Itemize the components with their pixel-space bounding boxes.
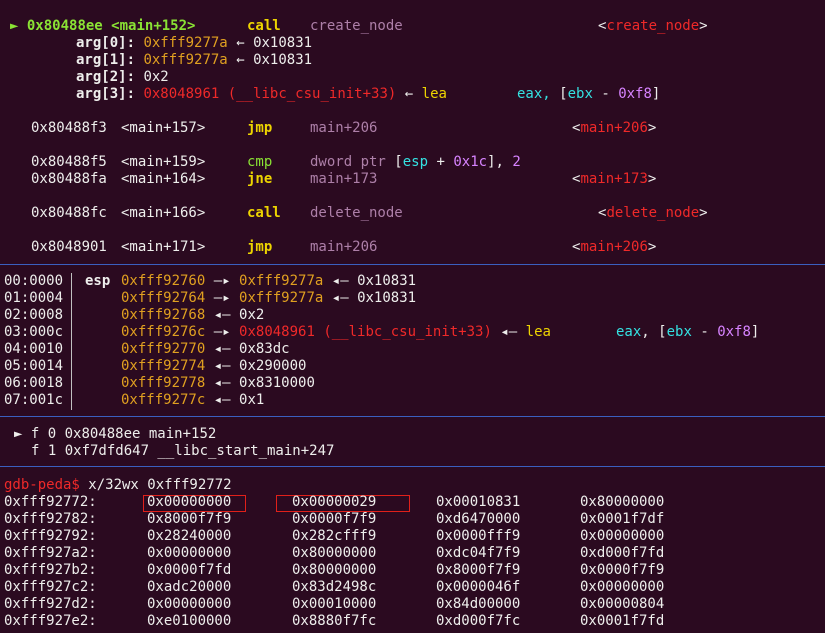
arg-0: arg[0]: 0xfff9277a ← 0x10831 <box>76 35 313 51</box>
dump-word: 0x00000804 <box>580 596 665 612</box>
instr-operand: create_node <box>310 18 403 34</box>
dump-word: 0x00010831 <box>436 494 521 510</box>
dump-word: 0x0000fff9 <box>436 528 521 544</box>
gdb-terminal: ► 0x80488ee <main+152> call create_node … <box>0 0 825 633</box>
dump-word: 0x0000046f <box>436 579 521 595</box>
dump-word: 0x00000000 <box>147 494 232 510</box>
dump-address: 0xfff92782: <box>4 511 97 527</box>
section-separator <box>0 466 825 467</box>
dump-word: 0x83d2498c <box>292 579 377 595</box>
dump-address: 0xfff92792: <box>4 528 97 544</box>
dump-address: 0xfff927c2: <box>4 579 97 595</box>
dump-word: 0x8000f7f9 <box>436 562 521 578</box>
dump-address: 0xfff92772: <box>4 494 97 510</box>
dump-word: 0x80000000 <box>292 562 377 578</box>
dump-word: 0xd6470000 <box>436 511 521 527</box>
dump-word: 0x84d00000 <box>436 596 521 612</box>
dump-word: 0xdc04f7f9 <box>436 545 521 561</box>
frame-pointer-icon: ► <box>14 426 23 442</box>
dump-word: 0x00010000 <box>292 596 377 612</box>
dump-word: 0xd000f7fc <box>436 613 521 629</box>
dump-word: 0x0001f7df <box>580 511 665 527</box>
instr-symbol: <main+152> <box>111 18 196 34</box>
backtrace-frame-1: f 1 0xf7dfd647 __libc_start_main+247 <box>31 443 335 459</box>
current-pointer-icon: ► <box>10 18 19 34</box>
instr-mnemonic: call <box>247 18 281 34</box>
dump-word: 0x80000000 <box>580 494 665 510</box>
section-separator <box>0 264 825 265</box>
dump-address: 0xfff927a2: <box>4 545 97 561</box>
arg-1: arg[1]: 0xfff9277a ← 0x10831 <box>76 52 313 68</box>
backtrace-frame-0: ► f 0 0x80488ee main+152 <box>14 426 217 442</box>
stack-divider <box>71 273 72 410</box>
arg-2: arg[2]: 0x2 <box>76 69 169 85</box>
dump-word: 0x0001f7fd <box>580 613 665 629</box>
dump-word: 0x282cfff9 <box>292 528 377 544</box>
dump-word: 0x00000029 <box>292 494 377 510</box>
dump-word: 0x28240000 <box>147 528 232 544</box>
section-separator <box>0 416 825 417</box>
arg-3-ins: eax, [ebx - 0xf8] <box>517 86 661 102</box>
dump-word: 0x0000f7f9 <box>580 562 665 578</box>
dump-word: 0x0000f7fd <box>147 562 232 578</box>
dump-word: 0xe0100000 <box>147 613 232 629</box>
dump-word: 0x00000000 <box>580 579 665 595</box>
dump-word: 0x00000000 <box>580 528 665 544</box>
dump-word: 0x0000f7f9 <box>292 511 377 527</box>
current-instruction: ► 0x80488ee <main+152> <box>10 18 195 35</box>
instr-target: <create_node> <box>598 18 708 34</box>
dump-address: 0xfff927e2: <box>4 613 97 629</box>
dump-address: 0xfff927b2: <box>4 562 97 578</box>
dump-word: 0x8000f7f9 <box>147 511 232 527</box>
dump-word: 0x8880f7fc <box>292 613 377 629</box>
dump-word: 0xadc20000 <box>147 579 232 595</box>
dump-word: 0x80000000 <box>292 545 377 561</box>
dump-address: 0xfff927d2: <box>4 596 97 612</box>
dump-word: 0xd000f7fd <box>580 545 665 561</box>
gdb-prompt[interactable]: gdb-peda$ x/32wx 0xfff92772 <box>4 477 232 494</box>
dump-word: 0x00000000 <box>147 596 232 612</box>
dump-word: 0x00000000 <box>147 545 232 561</box>
arg-3: arg[3]: 0x8048961 (__libc_csu_init+33) ←… <box>76 86 447 102</box>
instr-addr: 0x80488ee <box>26 18 103 34</box>
